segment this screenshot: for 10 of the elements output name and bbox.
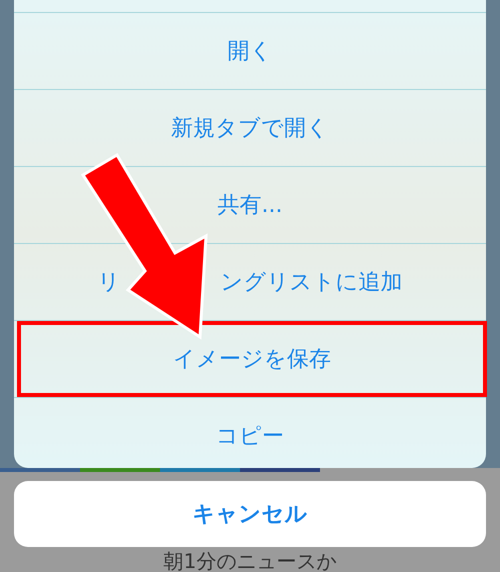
- background-headline: 朝1分のニュースか: [164, 549, 336, 572]
- menu-item[interactable]: 共有...: [218, 188, 282, 222]
- menu-item[interactable]: コピー: [216, 420, 284, 452]
- highlighted-menu-item[interactable]: イメージを保存: [17, 321, 487, 397]
- menu-item-label-fragment: リ: [98, 268, 120, 296]
- menu-item[interactable]: 新規タブで開く: [171, 112, 329, 144]
- menu-item[interactable]: イメージを保存: [173, 342, 331, 376]
- cancel-button[interactable]: キャンセル: [14, 481, 486, 547]
- menu-item-label-fragment: ングリストに追加: [220, 268, 402, 296]
- menu-item[interactable]: 開く: [228, 34, 272, 68]
